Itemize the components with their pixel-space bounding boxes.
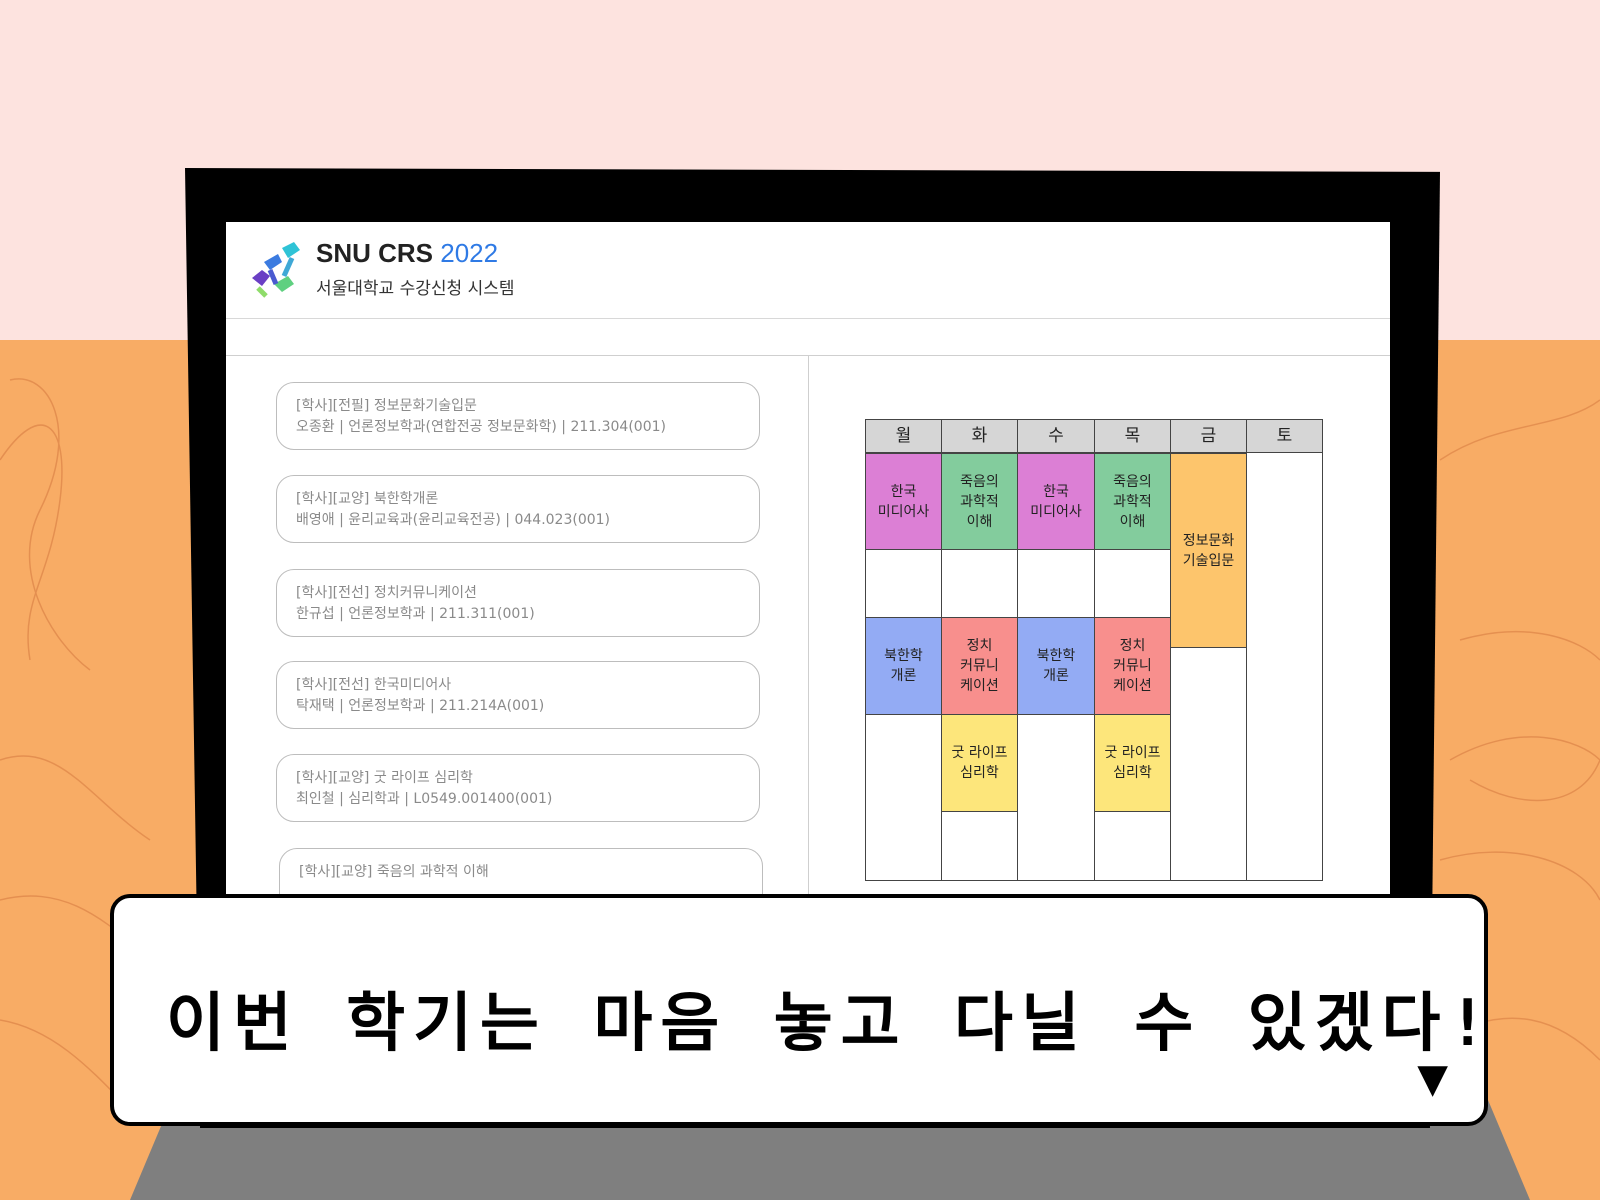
- laptop-screen: SNU CRS 2022 서울대학교 수강신청 시스템 [학사][전필] 정보문…: [226, 222, 1390, 942]
- day-header-tue: 화: [941, 419, 1018, 453]
- course-card[interactable]: [학사][교양] 북한학개론 배영애 | 윤리교육과(윤리교육전공) | 044…: [276, 475, 760, 543]
- course-card[interactable]: [학사][전선] 정치커뮤니케이션 한규섭 | 언론정보학과 | 211.311…: [276, 569, 760, 637]
- class-block[interactable]: 한국 미디어사: [865, 453, 942, 550]
- day-header-sat: 토: [1246, 419, 1323, 453]
- snu-crs-logo-icon: [252, 242, 300, 298]
- day-header-thu: 목: [1094, 419, 1171, 453]
- class-block[interactable]: 북한학 개론: [1017, 617, 1095, 715]
- class-block[interactable]: 정치 커뮤니 케이션: [1094, 617, 1171, 715]
- timetable: 월 화 수 목 금 토 한국 미디어사 죽음의 과학적 이해 한국 미디어사 죽…: [865, 419, 1324, 881]
- app-title-year: 2022: [440, 238, 499, 268]
- next-arrow-icon[interactable]: ▼: [1417, 1056, 1448, 1102]
- class-block[interactable]: 정치 커뮤니 케이션: [941, 617, 1018, 715]
- course-card[interactable]: [학사][전필] 정보문화기술입문 오종환 | 언론정보학과(연합전공 정보문화…: [276, 382, 760, 450]
- empty-slot: [1017, 549, 1095, 618]
- empty-slot: [865, 549, 942, 618]
- empty-slot: [941, 549, 1018, 618]
- app-subtitle: 서울대학교 수강신청 시스템: [316, 279, 515, 299]
- dialog-box[interactable]: 이번 학기는 마음 놓고 다닐 수 있겠다! ▼: [110, 894, 1488, 1126]
- course-card[interactable]: [학사][전선] 한국미디어사 탁재택 | 언론정보학과 | 211.214A(…: [276, 661, 760, 729]
- course-title: [학사][교양] 북한학개론: [296, 491, 439, 507]
- app-header: SNU CRS 2022 서울대학교 수강신청 시스템: [226, 222, 1390, 319]
- class-block[interactable]: 한국 미디어사: [1017, 453, 1095, 550]
- course-title: [학사][전선] 한국미디어사: [296, 677, 452, 693]
- empty-slot: [1094, 549, 1171, 618]
- panel-divider: [808, 356, 809, 942]
- course-details: 오종환 | 언론정보학과(연합전공 정보문화학) | 211.304(001): [296, 419, 666, 435]
- class-block[interactable]: 정보문화 기술입문: [1170, 453, 1247, 648]
- class-block[interactable]: 죽음의 과학적 이해: [941, 453, 1018, 550]
- app-title: SNU CRS 2022: [316, 238, 498, 269]
- navigation-bar: [226, 319, 1390, 356]
- course-details: 최인철 | 심리학과 | L0549.001400(001): [296, 791, 553, 807]
- course-card[interactable]: [학사][교양] 굿 라이프 심리학 최인철 | 심리학과 | L0549.00…: [276, 754, 760, 822]
- course-details: 탁재택 | 언론정보학과 | 211.214A(001): [296, 698, 545, 714]
- day-header-fri: 금: [1170, 419, 1247, 453]
- day-header-wed: 수: [1017, 419, 1095, 453]
- dialog-text: 이번 학기는 마음 놓고 다닐 수 있겠다!: [166, 987, 1495, 1061]
- course-title: [학사][전선] 정치커뮤니케이션: [296, 585, 477, 601]
- class-block[interactable]: 죽음의 과학적 이해: [1094, 453, 1171, 550]
- course-title: [학사][교양] 굿 라이프 심리학: [296, 770, 473, 786]
- class-block[interactable]: 굿 라이프 심리학: [941, 714, 1018, 812]
- course-details: 배영애 | 윤리교육과(윤리교육전공) | 044.023(001): [296, 512, 611, 528]
- course-details: 한규섭 | 언론정보학과 | 211.311(001): [296, 606, 535, 622]
- app-title-main: SNU CRS: [316, 238, 441, 268]
- class-block[interactable]: 북한학 개론: [865, 617, 942, 715]
- day-header-mon: 월: [865, 419, 942, 453]
- class-block[interactable]: 굿 라이프 심리학: [1094, 714, 1171, 812]
- course-title: [학사][교양] 죽음의 과학적 이해: [299, 864, 489, 880]
- day-column: [1246, 453, 1323, 881]
- course-title: [학사][전필] 정보문화기술입문: [296, 398, 477, 414]
